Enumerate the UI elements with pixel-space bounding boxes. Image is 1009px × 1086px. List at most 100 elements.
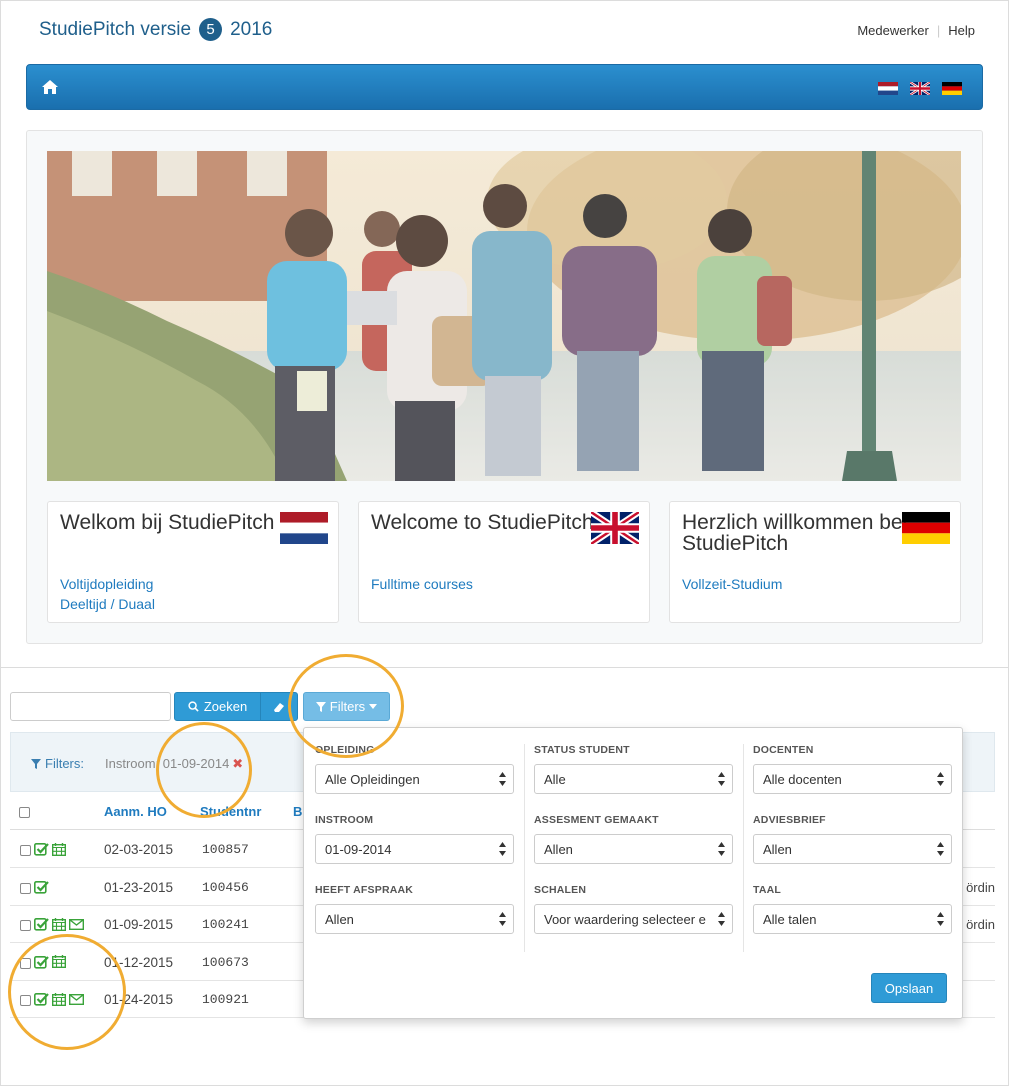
flag-de-icon <box>902 512 950 544</box>
save-filters-button[interactable]: Opslaan <box>871 973 947 1003</box>
check-icon[interactable] <box>34 917 49 934</box>
welcome-card-nl: Welkom bij StudiePitch Voltijdopleiding … <box>47 501 339 623</box>
top-links-separator: | <box>936 23 941 38</box>
welcome-panel: Welkom bij StudiePitch Voltijdopleiding … <box>26 130 983 644</box>
app-year: 2016 <box>230 18 273 40</box>
filter-select-heeft-afspraak[interactable]: Allen <box>315 904 514 934</box>
home-icon[interactable] <box>41 79 59 95</box>
mail-icon[interactable] <box>68 918 85 933</box>
select-all-checkbox[interactable] <box>19 807 30 818</box>
link-vollzeit-studium[interactable]: Vollzeit-Studium <box>682 574 782 594</box>
cell-studentnr: 100241 <box>202 917 249 932</box>
filter-label-docenten: Docenten <box>753 744 814 756</box>
flag-de-icon[interactable] <box>942 82 962 95</box>
row-checkbox[interactable] <box>20 882 31 894</box>
filter-label-heeft-afspraak: Heeft afspraak <box>315 884 414 896</box>
filter-column-divider <box>524 744 525 952</box>
calendar-icon[interactable] <box>51 842 67 859</box>
link-voltijdopleiding[interactable]: Voltijdopleiding <box>60 574 155 594</box>
filter-icon <box>31 758 41 769</box>
filter-select-value: Alle talen <box>763 912 817 927</box>
search-input[interactable] <box>10 692 171 721</box>
filter-select-value: Alle docenten <box>763 772 842 787</box>
active-filters-text: Filters: <box>45 756 84 771</box>
welcome-cards: Welkom bij StudiePitch Voltijdopleiding … <box>47 501 961 623</box>
filter-column-divider <box>743 744 744 952</box>
cell-aanm-ho: 02-03-2015 <box>104 842 174 857</box>
filter-dropdown-panel: Opleiding Alle Opleidingen Instroom 01-09-2… <box>303 727 963 1019</box>
search-button-label: Zoeken <box>203 699 248 714</box>
filter-select-instroom[interactable]: 01-09-2014 <box>315 834 514 864</box>
check-icon[interactable] <box>34 842 49 859</box>
select-arrows-icon <box>718 842 725 856</box>
welcome-links-en: Fulltime courses <box>371 574 473 594</box>
section-divider <box>0 667 1009 668</box>
filter-label-schalen: Schalen <box>534 884 587 896</box>
active-filters-label: Filters: <box>31 756 84 771</box>
filter-select-docenten[interactable]: Alle docenten <box>753 764 952 794</box>
filter-select-value: Alle <box>544 772 566 787</box>
main-navbar <box>26 64 983 110</box>
link-deeltijd-duaal[interactable]: Deeltijd / Duaal <box>60 594 155 614</box>
calendar-icon[interactable] <box>51 917 67 934</box>
cell-aanm-ho: 01-09-2015 <box>104 917 174 932</box>
hero-photo <box>47 151 961 481</box>
filter-select-value: Allen <box>544 842 573 857</box>
check-icon[interactable] <box>34 880 49 897</box>
flag-uk-icon <box>591 512 639 544</box>
flag-nl-icon[interactable] <box>878 82 898 95</box>
cell-studentnr: 100857 <box>202 842 249 857</box>
search-button[interactable]: Zoeken <box>174 692 261 721</box>
filter-select-status-student[interactable]: Alle <box>534 764 733 794</box>
link-medewerker[interactable]: Medewerker <box>857 23 929 38</box>
select-arrows-icon <box>718 772 725 786</box>
select-arrows-icon <box>718 912 725 926</box>
filter-label-status-student: Status student <box>534 744 630 756</box>
select-arrows-icon <box>499 842 506 856</box>
top-links: Medewerker | Help <box>857 23 975 38</box>
filter-column: Docenten Alle docenten Adviesbrief Allen Taa… <box>753 744 953 954</box>
search-icon <box>188 701 199 712</box>
flag-uk-icon[interactable] <box>910 82 930 95</box>
brand[interactable]: StudiePitch versie 5 2016 <box>39 18 272 41</box>
welcome-title-de: Herzlich willkommen bei StudiePitch <box>682 511 908 555</box>
welcome-title-en: Welcome to StudiePitch <box>371 511 594 534</box>
row-status-icons <box>20 917 85 934</box>
filter-column: Status student Alle Assesment gemaakt Allen… <box>534 744 734 954</box>
filter-select-value: Alle Opleidingen <box>325 772 420 787</box>
flag-nl-icon <box>280 512 328 544</box>
cell-studentnr: 100456 <box>202 879 249 895</box>
cell-aanm-ho: 01-23-2015 <box>104 879 174 895</box>
filter-select-value: Voor waardering selecteer e <box>544 912 706 927</box>
status-icons-callout <box>8 934 126 1050</box>
column-header-aanm-ho[interactable]: Aanm. HO <box>104 804 167 819</box>
app-name: StudiePitch versie <box>39 18 192 40</box>
link-fulltime-courses[interactable]: Fulltime courses <box>371 574 473 594</box>
welcome-links-de: Vollzeit-Studium <box>682 574 782 594</box>
filters-button-callout <box>288 654 404 758</box>
select-arrows-icon <box>499 772 506 786</box>
filter-select-schalen[interactable]: Voor waardering selecteer e <box>534 904 733 934</box>
row-status-icons <box>20 880 49 897</box>
welcome-card-de: Herzlich willkommen bei StudiePitch Voll… <box>669 501 961 623</box>
row-checkbox[interactable] <box>20 920 31 931</box>
filter-label-adviesbrief: Adviesbrief <box>753 814 826 826</box>
language-switcher <box>878 82 962 95</box>
select-arrows-icon <box>499 912 506 926</box>
welcome-card-en: Welcome to StudiePitch Fulltime courses <box>358 501 650 623</box>
filter-select-assesment-gemaakt[interactable]: Allen <box>534 834 733 864</box>
filter-select-taal[interactable]: Alle talen <box>753 904 952 934</box>
filter-label-taal: Taal <box>753 884 782 896</box>
cell-truncated: ördin <box>966 917 995 932</box>
filter-select-adviesbrief[interactable]: Allen <box>753 834 952 864</box>
column-header-b[interactable]: B <box>293 804 302 819</box>
row-checkbox[interactable] <box>20 845 31 856</box>
filter-select-value: Allen <box>325 912 354 927</box>
link-help[interactable]: Help <box>948 23 975 38</box>
cell-truncated: ördin <box>966 879 995 895</box>
welcome-links-nl: Voltijdopleiding Deeltijd / Duaal <box>60 574 155 614</box>
filter-select-value: Allen <box>763 842 792 857</box>
filter-select-opleiding[interactable]: Alle Opleidingen <box>315 764 514 794</box>
cell-studentnr: 100921 <box>202 992 249 1007</box>
select-arrows-icon <box>937 912 944 926</box>
